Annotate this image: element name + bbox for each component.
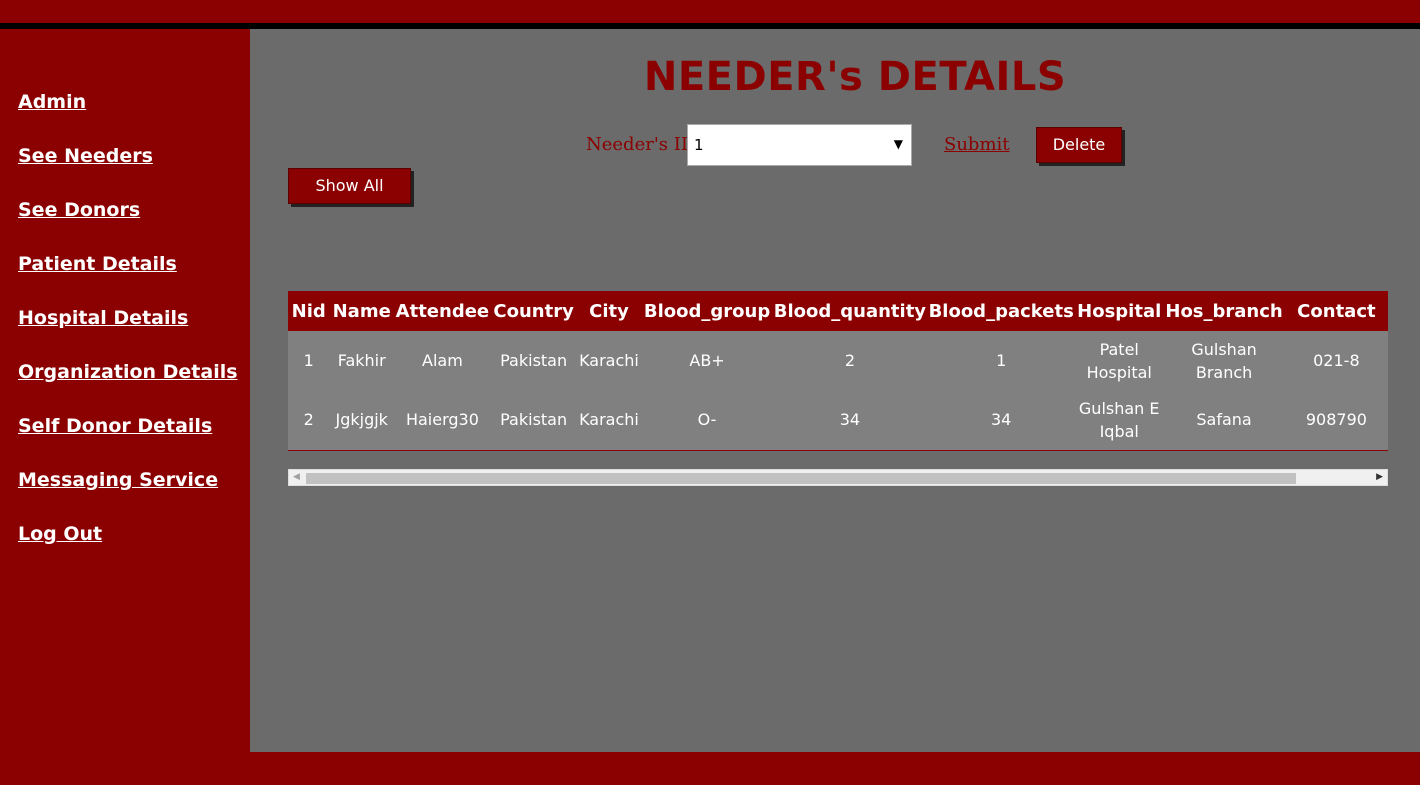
top-band (0, 0, 1420, 23)
table-cell: 1 (996, 351, 1007, 370)
table-cell: Fakhir (337, 351, 386, 370)
sidebar-item-see-donors[interactable]: See Donors (18, 199, 140, 221)
sidebar-item-self-donor-details[interactable]: Self Donor Details (18, 415, 212, 437)
table-cell: Karachi (579, 351, 639, 370)
table-cell: O- (697, 410, 717, 429)
column-header: Blood_group (641, 291, 773, 331)
table-cell: Patel Hospital (1086, 339, 1152, 382)
table-cell: 2 (844, 351, 855, 370)
column-header: Nid (288, 291, 330, 331)
table-cell: 1 (303, 351, 314, 370)
table-cell: 2 (303, 410, 314, 429)
sidebar-item-admin[interactable]: Admin (18, 91, 86, 113)
sidebar-item-see-needers[interactable]: See Needers (18, 145, 153, 167)
table-cell: Jgkjgjk (335, 410, 388, 429)
delete-button[interactable]: Delete (1036, 127, 1122, 163)
submit-link[interactable]: Submit (944, 134, 1010, 155)
column-header: Country (490, 291, 577, 331)
sidebar-item-patient-details[interactable]: Patient Details (18, 253, 177, 275)
scroll-left-arrow-icon[interactable]: ◀ (293, 472, 300, 482)
needers-table: Nid Name Attendee Country City Blood_gro… (288, 291, 1388, 449)
sidebar-item-organization-details[interactable]: Organization Details (18, 361, 238, 383)
main-content: NEEDER's DETAILS Needer's ID 1 ▼ Submit … (250, 29, 1420, 752)
column-header: City (576, 291, 642, 331)
table-cell: 34 (991, 410, 1012, 429)
table-row: 1 Fakhir Alam Pakistan Karachi AB+ 2 1 P… (288, 331, 1388, 390)
table-cell: 34 (839, 410, 861, 429)
horizontal-scrollbar[interactable]: ◀ ▶ (288, 469, 1388, 486)
scrollbar-thumb[interactable] (306, 473, 1296, 484)
sidebar-item-messaging-service[interactable]: Messaging Service (18, 469, 218, 491)
chevron-down-icon: ▼ (893, 137, 903, 151)
table-cell: Gulshan Branch (1191, 339, 1257, 382)
show-all-button[interactable]: Show All (288, 168, 411, 204)
table-header-row: Nid Name Attendee Country City Blood_gro… (288, 291, 1388, 331)
needers-table-container: Nid Name Attendee Country City Blood_gro… (288, 291, 1388, 451)
needer-id-select-value: 1 (694, 136, 704, 154)
needer-id-label: Needer's ID (586, 134, 696, 155)
table-cell: Karachi (579, 410, 639, 429)
scroll-right-arrow-icon[interactable]: ▶ (1376, 472, 1383, 482)
sidebar: Admin See Needers See Donors Patient Det… (0, 29, 250, 752)
column-header: Name (329, 291, 394, 331)
table-cell: 908790 (1305, 410, 1367, 429)
column-header: Contact (1284, 291, 1388, 331)
table-cell: Haierg30 (405, 410, 479, 429)
page-title: NEEDER's DETAILS (643, 54, 1067, 100)
column-header: Blood_packets (927, 291, 1076, 331)
column-header: Blood_quantity (772, 291, 928, 331)
sidebar-item-log-out[interactable]: Log Out (18, 523, 102, 545)
table-cell: AB+ (689, 351, 725, 370)
column-header: Hos_branch (1163, 291, 1285, 331)
column-header: Hospital (1075, 291, 1164, 331)
table-cell: Pakistan (500, 410, 568, 429)
table-cell: Alam (422, 351, 463, 370)
sidebar-item-hospital-details[interactable]: Hospital Details (18, 307, 188, 329)
column-header: Attendee (393, 291, 491, 331)
table-cell: Safana (1196, 410, 1252, 429)
needer-id-select[interactable]: 1 ▼ (687, 124, 912, 166)
table-row: 2 Jgkjgjk Haierg30 Pakistan Karachi O- 3… (288, 390, 1388, 449)
table-cell: Gulshan E Iqbal (1078, 398, 1160, 441)
table-cell: 021-8 (1313, 351, 1360, 370)
table-cell: Pakistan (500, 351, 568, 370)
